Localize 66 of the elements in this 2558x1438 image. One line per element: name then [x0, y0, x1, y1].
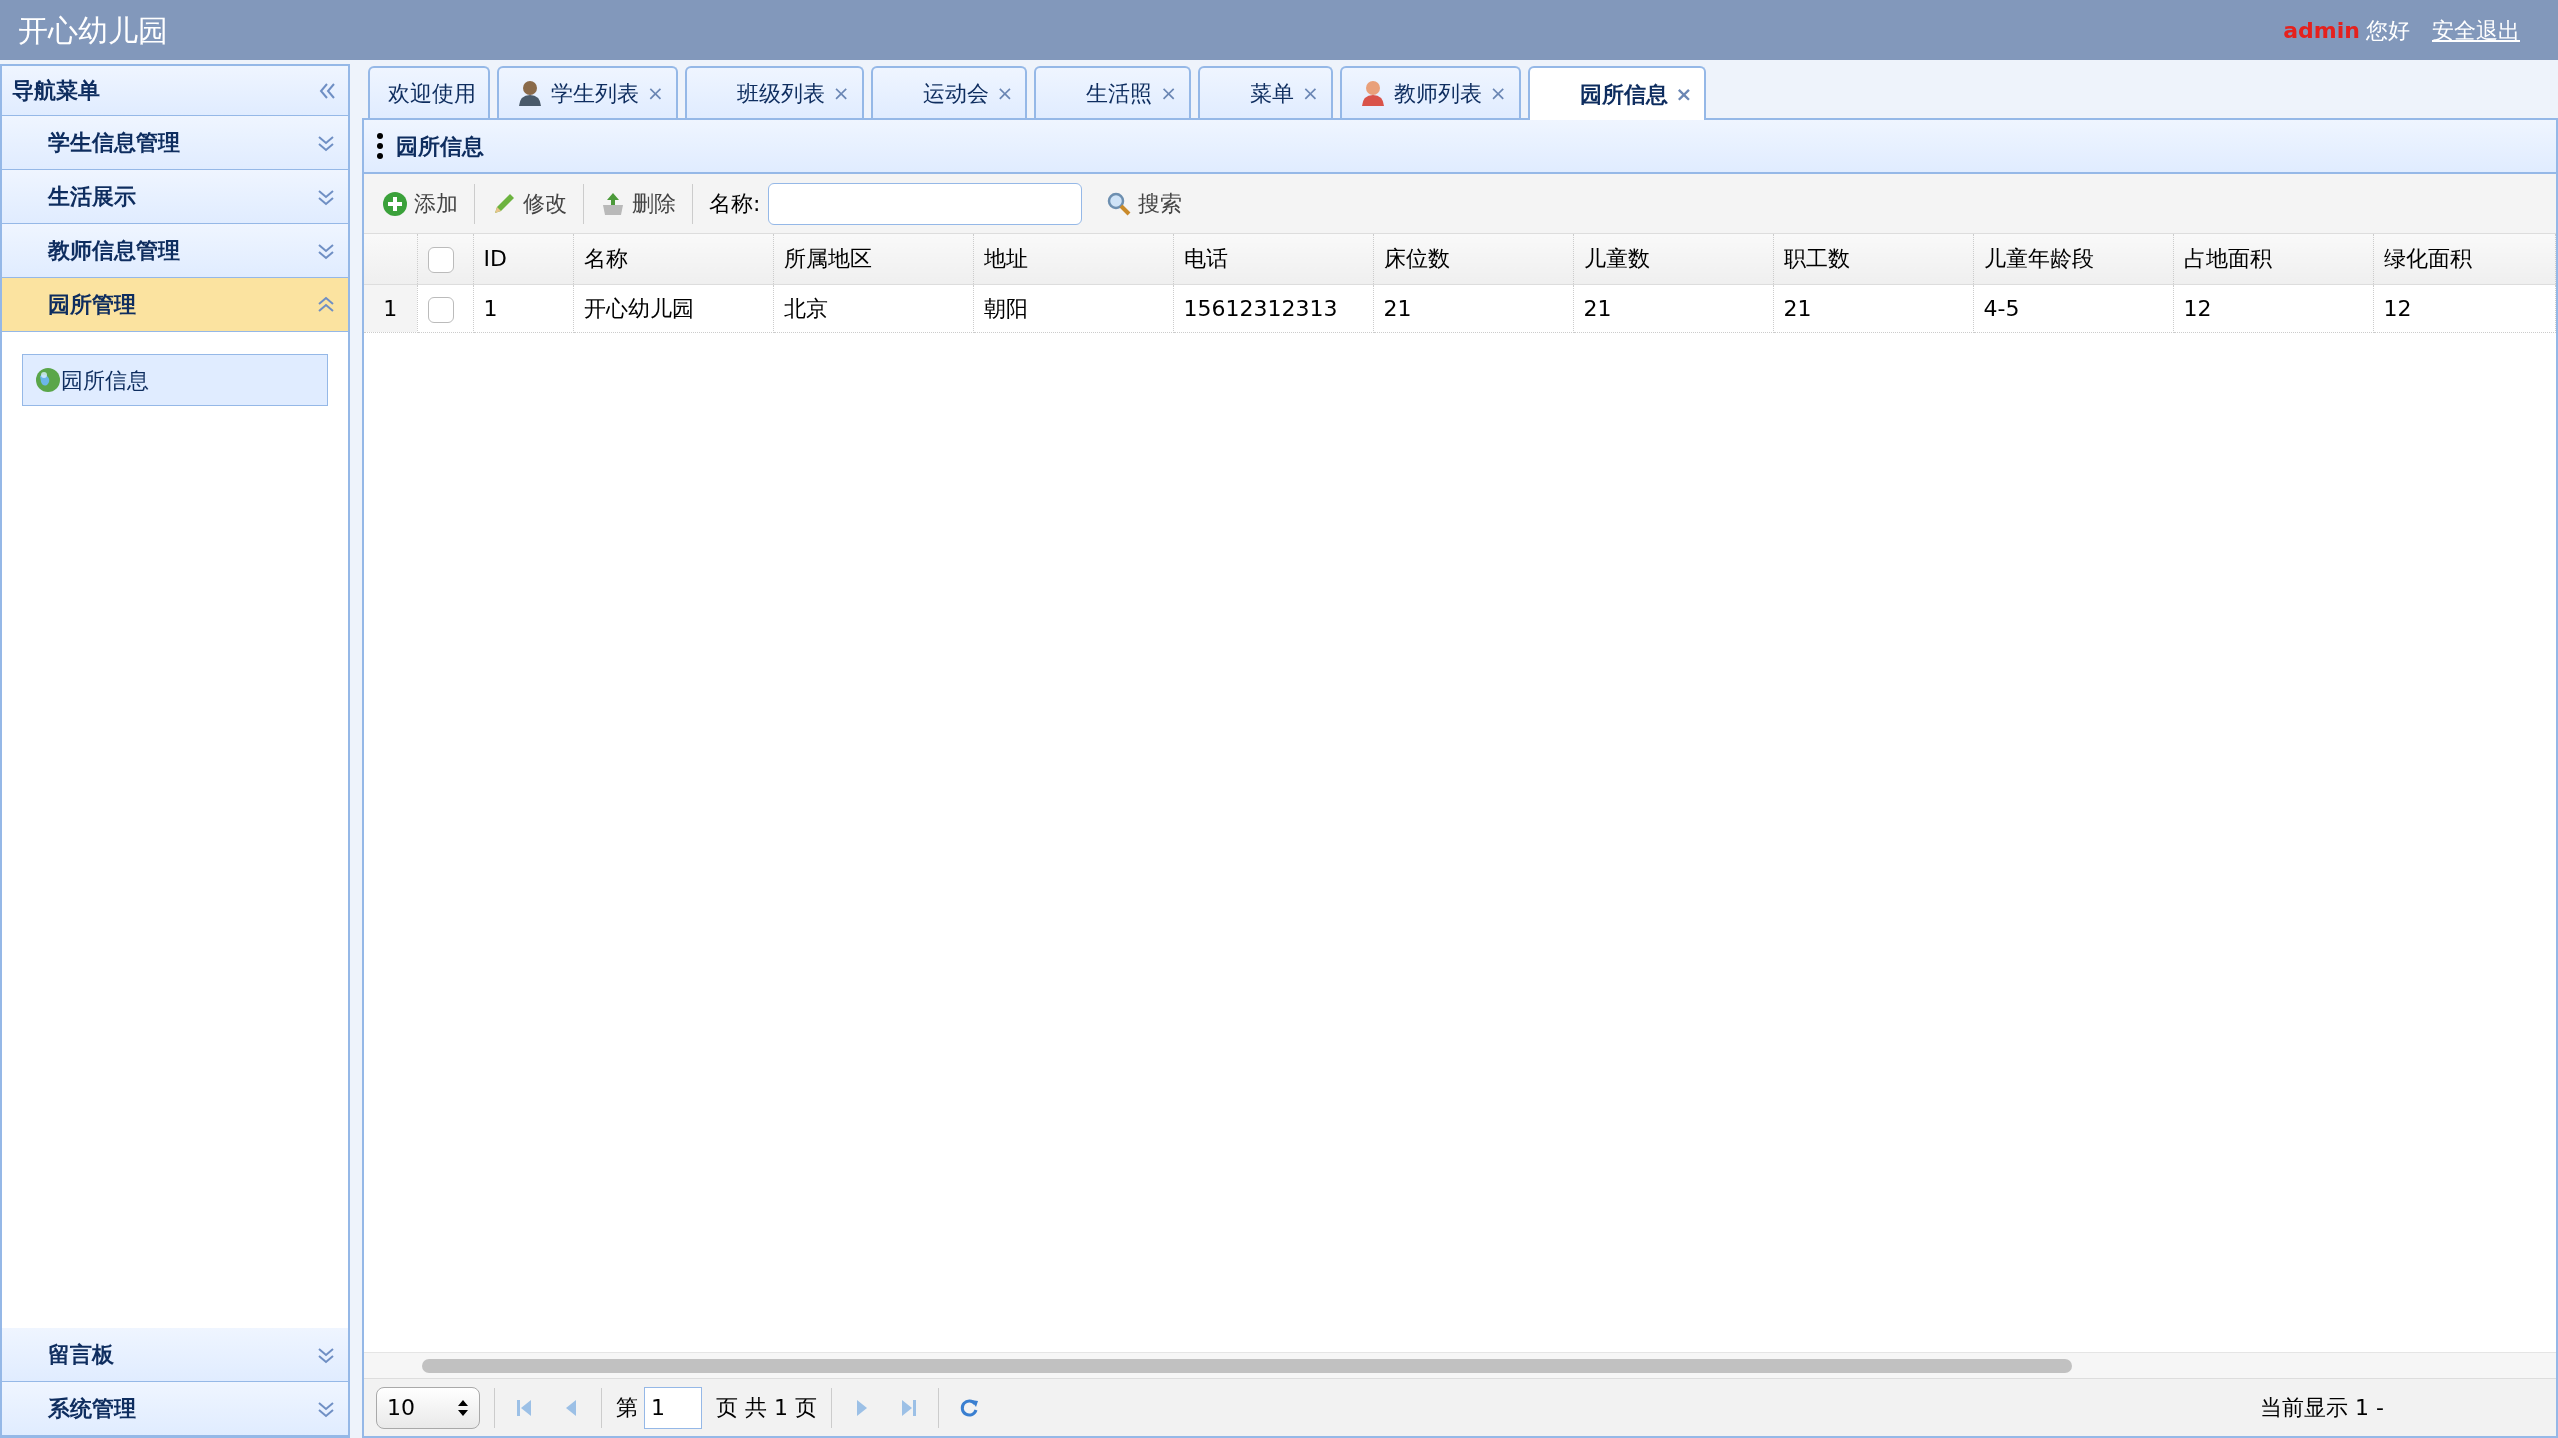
tab[interactable]: 运动会 × [870, 66, 1028, 118]
tab[interactable]: 教师列表 × [1339, 66, 1521, 118]
nav-group-header[interactable]: 教师信息管理 [2, 224, 348, 278]
tab[interactable]: 园所信息 × [1527, 66, 1707, 120]
column-header[interactable]: 儿童数 [1573, 234, 1773, 284]
panel-title: 园所信息 [396, 132, 484, 161]
table-cell: 21 [1773, 284, 1973, 332]
scrollbar-thumb[interactable] [422, 1358, 2072, 1373]
nav-group-header[interactable]: 系统管理 [2, 1382, 348, 1436]
greeting-text: 您好 [2366, 16, 2410, 45]
column-header[interactable]: 所属地区 [773, 234, 973, 284]
more-icon [376, 132, 384, 160]
search-field[interactable] [768, 182, 1083, 225]
column-header[interactable]: 床位数 [1373, 234, 1573, 284]
table-cell: 12 [2373, 284, 2556, 332]
tab[interactable]: 学生列表 × [497, 66, 678, 118]
toolbar-button[interactable]: 添加 [374, 183, 466, 224]
page-field[interactable]: 1 [644, 1386, 702, 1429]
toolbar-button[interactable]: 删除 [592, 183, 684, 224]
column-header[interactable]: 占地面积 [2173, 234, 2373, 284]
tab[interactable]: 菜单 × [1198, 66, 1333, 118]
nav-group-header[interactable]: 生活展示 [2, 170, 348, 224]
column-header[interactable]: 儿童年龄段 [1973, 234, 2173, 284]
nav-item[interactable]: 园所信息 [22, 354, 328, 406]
username: admin [2283, 16, 2360, 45]
column-header[interactable]: ID [473, 234, 573, 284]
column-header[interactable]: 地址 [973, 234, 1173, 284]
nav-group-header[interactable]: 园所管理 [2, 278, 348, 332]
table-cell: 开心幼儿园 [573, 284, 773, 332]
page-status-text: 当前显示 1 - [2260, 1394, 2384, 1422]
tab[interactable]: 班级列表 × [684, 66, 864, 118]
checkbox[interactable] [427, 296, 454, 323]
app-title: 开心幼儿园 [18, 11, 168, 50]
horizontal-scrollbar[interactable] [364, 1352, 2556, 1378]
checkbox[interactable] [427, 247, 454, 274]
column-header[interactable]: 电话 [1173, 234, 1373, 284]
person-icon [517, 80, 543, 106]
nav-group-header[interactable]: 留言板 [2, 1328, 348, 1382]
column-header[interactable]: 绿化面积 [2373, 234, 2556, 284]
page-size-select[interactable]: 10 [376, 1386, 480, 1429]
page-label: 第 [616, 1394, 638, 1422]
table-cell: 朝阳 [973, 284, 1173, 332]
sidebar-title: 导航菜单 [12, 77, 100, 105]
table-cell: 21 [1373, 284, 1573, 332]
table-cell: 4-5 [1973, 284, 2173, 332]
tab[interactable]: 生活照 × [1034, 66, 1192, 118]
table-cell: 北京 [773, 284, 973, 332]
close-icon[interactable]: × [1675, 79, 1693, 109]
person-icon [1359, 80, 1386, 106]
page-count-text: 页 共 1 页 [716, 1394, 817, 1422]
table-cell: 21 [1573, 284, 1773, 332]
table-cell: 15612312313 [1173, 284, 1373, 332]
search-icon [1106, 190, 1133, 217]
nav-group-header[interactable]: 学生信息管理 [2, 116, 348, 170]
search-button[interactable]: 搜索 [1098, 183, 1191, 224]
table-cell: 1 [473, 284, 573, 332]
globe-icon [35, 367, 61, 393]
table-cell: 12 [2173, 284, 2373, 332]
collapse-icon [316, 294, 336, 315]
search-label: 名称: [709, 190, 761, 218]
add-icon [382, 190, 408, 217]
row-number: 1 [364, 284, 417, 332]
toolbar-button[interactable]: 修改 [483, 183, 575, 224]
tab[interactable]: 欢迎使用 [368, 66, 490, 118]
column-header[interactable]: 职工数 [1773, 234, 1973, 284]
column-header[interactable]: 名称 [573, 234, 773, 284]
